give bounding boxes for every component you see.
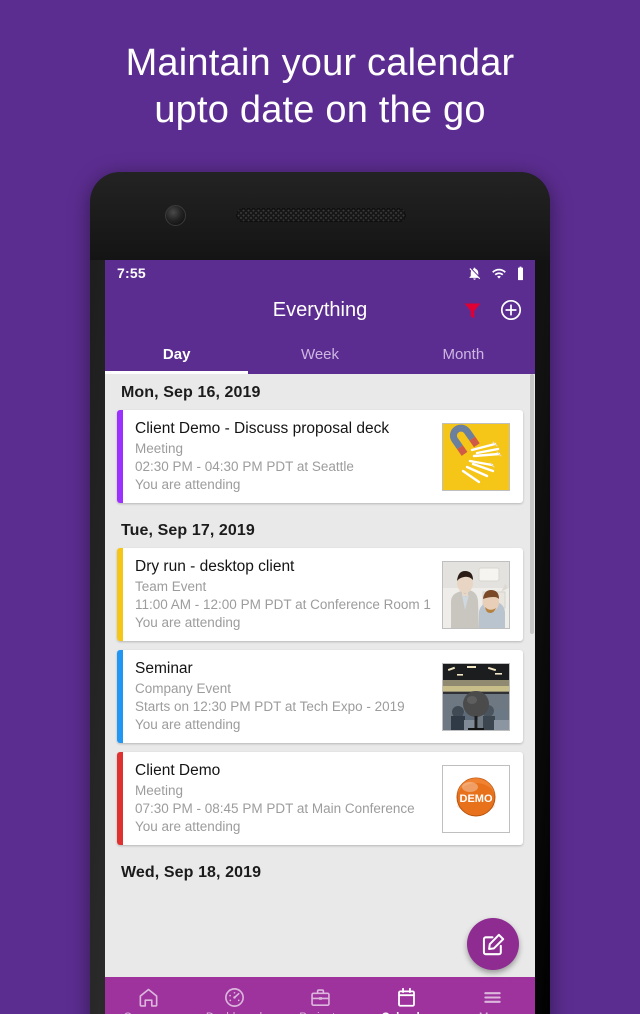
event-card[interactable]: Dry run - desktop client Team Event 11:0…: [117, 548, 523, 641]
compose-edit-icon: [482, 933, 504, 955]
tab-week[interactable]: Week: [248, 334, 391, 374]
earpiece-speaker: [236, 208, 406, 222]
app-bar-actions: [462, 298, 523, 322]
day-header: Mon, Sep 16, 2019: [121, 384, 261, 401]
tab-day[interactable]: Day: [105, 334, 249, 374]
status-bar: 7:55: [105, 260, 535, 286]
event-details: Client Demo - Discuss proposal deck Meet…: [123, 410, 439, 503]
view-tabs: Day Week Month: [105, 334, 535, 374]
event-time-location: 07:30 PM - 08:45 PM PDT at Main Conferen…: [135, 801, 415, 816]
nav-item-calendar[interactable]: Calendar: [363, 986, 449, 1014]
event-title: Dry run - desktop client: [135, 558, 295, 575]
compose-event-fab[interactable]: [467, 918, 519, 970]
event-details: Seminar Company Event Starts on 12:30 PM…: [123, 650, 439, 743]
status-bar-icons: [467, 266, 525, 281]
add-circle-icon[interactable]: [499, 298, 523, 322]
app-bar: Everything: [105, 286, 535, 334]
expo-crowd-photo: [442, 662, 510, 731]
event-time-location: 02:30 PM - 04:30 PM PDT at Seattle: [135, 459, 354, 474]
event-thumbnail-wrap: [439, 650, 523, 743]
briefcase-icon: [310, 988, 330, 1006]
tab-day-label: Day: [162, 345, 191, 363]
event-card[interactable]: Client Demo - Discuss proposal deck Meet…: [117, 410, 523, 503]
wifi-icon: [492, 268, 506, 278]
event-type: Team Event: [135, 579, 207, 594]
headline-line-1: Maintain your calendar: [125, 42, 515, 84]
day-group: Mon, Sep 16, 2019 Client Demo - Discuss …: [105, 374, 535, 503]
event-time-location: 11:00 AM - 12:00 PM PDT at Conference Ro…: [135, 597, 431, 612]
bottom-navigation: Company Dashboard: [105, 977, 535, 1014]
event-card[interactable]: Client Demo Meeting 07:30 PM - 08:45 PM …: [117, 752, 523, 845]
front-camera-icon: [165, 205, 186, 226]
event-thumbnail-wrap: [439, 410, 523, 503]
headline-line-2: upto date on the go: [154, 89, 486, 131]
nav-item-company[interactable]: Company: [105, 986, 191, 1014]
event-list[interactable]: Mon, Sep 16, 2019 Client Demo - Discuss …: [105, 374, 535, 977]
event-type: Company Event: [135, 681, 232, 696]
svg-text:DEMO: DEMO: [460, 793, 493, 805]
two-men-meeting-photo: [442, 560, 510, 629]
phone-mockup: 7:55 Everything Day Week Month Mon, Sep …: [90, 172, 550, 1014]
app-screen: 7:55 Everything Day Week Month Mon, Sep …: [105, 260, 535, 1014]
magnet-nails-image: [442, 422, 510, 491]
gauge-icon: [224, 987, 244, 1007]
battery-icon: [518, 266, 523, 280]
day-group: Wed, Sep 18, 2019: [105, 854, 535, 890]
filter-icon[interactable]: [462, 300, 483, 321]
event-title: Client Demo - Discuss proposal deck: [135, 420, 390, 437]
event-type: Meeting: [135, 783, 184, 798]
page-title: Maintain your calendar upto date on the …: [0, 40, 640, 134]
promo-screenshot: Maintain your calendar upto date on the …: [0, 0, 640, 1014]
scrollbar[interactable]: [530, 374, 534, 634]
status-bar-clock: 7:55: [117, 265, 146, 281]
day-header: Tue, Sep 17, 2019: [121, 522, 255, 539]
phone-top-bezel: [90, 172, 550, 260]
calendar-icon: [397, 987, 415, 1007]
event-attendance-status: You are attending: [135, 819, 241, 834]
demo-badge-image: DEMO: [442, 764, 510, 833]
event-card[interactable]: Seminar Company Event Starts on 12:30 PM…: [117, 650, 523, 743]
tab-week-label: Week: [300, 345, 340, 363]
nav-item-dashboard[interactable]: Dashboard: [191, 986, 277, 1014]
event-title: Seminar: [135, 660, 193, 677]
nav-item-more[interactable]: More: [449, 986, 535, 1014]
event-details: Client Demo Meeting 07:30 PM - 08:45 PM …: [123, 752, 439, 845]
tab-month[interactable]: Month: [392, 334, 535, 374]
event-type: Meeting: [135, 441, 184, 456]
nav-item-projects[interactable]: Projects: [277, 986, 363, 1014]
event-details: Dry run - desktop client Team Event 11:0…: [123, 548, 439, 641]
notifications-off-icon: [469, 267, 481, 280]
menu-icon: [483, 991, 501, 1003]
event-thumbnail-wrap: DEMO: [439, 752, 523, 845]
event-time-location: Starts on 12:30 PM PDT at Tech Expo - 20…: [135, 699, 405, 714]
day-group: Tue, Sep 17, 2019 Dry run - desktop clie…: [105, 512, 535, 845]
event-title: Client Demo: [135, 762, 221, 779]
home-icon: [139, 988, 157, 1007]
event-thumbnail-wrap: [439, 548, 523, 641]
event-attendance-status: You are attending: [135, 717, 241, 732]
day-header: Wed, Sep 18, 2019: [121, 864, 262, 881]
event-attendance-status: You are attending: [135, 615, 241, 630]
event-attendance-status: You are attending: [135, 477, 241, 492]
tab-month-label: Month: [442, 345, 485, 363]
